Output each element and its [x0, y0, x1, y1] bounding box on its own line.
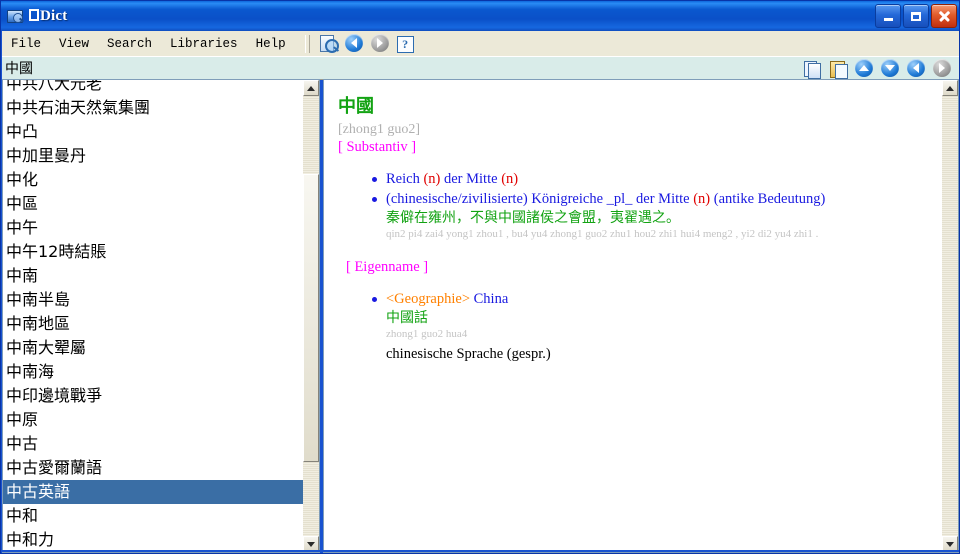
- list-item[interactable]: 中和反應: [3, 552, 304, 553]
- entry-section-eigenname: [ Eigenname ]: [346, 259, 429, 275]
- list-item[interactable]: 中凸: [3, 120, 304, 144]
- list-item[interactable]: 中加里曼丹: [3, 144, 304, 168]
- list-item[interactable]: 中南地區: [3, 312, 304, 336]
- entry-part-of-speech: [ Substantiv ]: [338, 139, 417, 155]
- list-item[interactable]: 中古英語: [3, 480, 304, 504]
- gloss-part: China: [470, 291, 509, 307]
- close-button[interactable]: [931, 4, 957, 28]
- gloss-part: <Geographie>: [386, 291, 470, 307]
- nav-back-icon[interactable]: [907, 58, 927, 78]
- app-icon: [6, 7, 25, 25]
- forward-arrow-icon[interactable]: [370, 34, 391, 53]
- menu-view[interactable]: View: [50, 35, 98, 53]
- list-item[interactable]: 中午: [3, 216, 304, 240]
- list-item[interactable]: 中南: [3, 264, 304, 288]
- find-icon[interactable]: [319, 34, 339, 53]
- copy-icon[interactable]: [803, 59, 823, 79]
- example-pinyin: qin2 pi4 zai4 yong1 zhou1 , bu4 yu4 zhon…: [386, 228, 819, 240]
- gloss-part: (n): [693, 191, 711, 207]
- minimize-button[interactable]: [875, 4, 901, 28]
- list-item[interactable]: 中原: [3, 408, 304, 432]
- example-chinese: 中國話: [386, 310, 428, 326]
- list-item[interactable]: 中古愛爾蘭語: [3, 456, 304, 480]
- menu-libraries[interactable]: Libraries: [161, 35, 247, 53]
- example-translation: chinesische Sprache (gespr.): [386, 346, 551, 362]
- gloss-part: (antike Bedeutung): [710, 191, 826, 207]
- nav-forward-icon[interactable]: [933, 58, 953, 78]
- list-item[interactable]: 中南半島: [3, 288, 304, 312]
- scrollbar-thumb[interactable]: [303, 174, 319, 462]
- list-item[interactable]: 中古: [3, 432, 304, 456]
- sense-gloss: <Geographie> China: [386, 290, 927, 308]
- list-item[interactable]: 中區: [3, 192, 304, 216]
- window-title-text: Dict: [40, 7, 68, 24]
- sense-item: <Geographie> China 中國話 zhong1 guo2 hua4 chi…: [372, 290, 927, 363]
- example-pinyin: zhong1 guo2 hua4: [386, 328, 468, 340]
- list-item[interactable]: 中共石油天然氣集團: [3, 96, 304, 120]
- scrollbar-track[interactable]: [303, 96, 319, 536]
- bullet-icon: [372, 177, 377, 182]
- list-item[interactable]: 中化: [3, 168, 304, 192]
- gloss-part: (chinesische/zivilisierte) Königreiche _…: [386, 191, 694, 207]
- entry-scrollbar[interactable]: [942, 80, 958, 552]
- sense-gloss: Reich (n) der Mitte (n): [386, 170, 927, 188]
- bullet-icon: [372, 297, 377, 302]
- list-item[interactable]: 中和力: [3, 528, 304, 552]
- scrollbar-up-button[interactable]: [303, 80, 319, 96]
- sense-list-eigenname: <Geographie> China 中國話 zhong1 guo2 hua4 chi…: [372, 290, 927, 363]
- menu-help[interactable]: Help: [247, 35, 295, 53]
- sense-gloss: (chinesische/zivilisierte) Königreiche _…: [386, 190, 927, 208]
- gloss-part: der Mitte: [440, 171, 502, 187]
- status-bar: [2, 550, 959, 552]
- menu-bar: File View Search Libraries Help ?: [2, 31, 959, 57]
- search-bar: [2, 56, 959, 80]
- menu-file[interactable]: File: [2, 35, 50, 53]
- toolbar-separator: [304, 34, 310, 53]
- bullet-icon: [372, 197, 377, 202]
- help-icon[interactable]: ?: [396, 34, 417, 53]
- missing-glyph-box: [29, 8, 39, 21]
- entry-headword: 中國: [338, 96, 374, 117]
- list-item[interactable]: 中南大翚屬: [3, 336, 304, 360]
- scroll-down-icon[interactable]: [881, 58, 901, 78]
- search-toolbar: [800, 57, 959, 79]
- help-glyph: ?: [396, 36, 414, 53]
- gloss-part: Reich: [386, 171, 424, 187]
- list-item[interactable]: 中和: [3, 504, 304, 528]
- application-window: Dict File View Search Libraries Help ? 中…: [0, 0, 960, 554]
- list-item[interactable]: 中印邊境戰爭: [3, 384, 304, 408]
- gloss-part: (n): [501, 171, 519, 187]
- word-list[interactable]: 中共中央紀律檢查委員會中共中央總書記中共中央軍事委員會中共中央辦公廳中共中央黨校…: [3, 80, 304, 553]
- search-input[interactable]: [2, 56, 800, 80]
- list-item[interactable]: 中午12時結賬: [3, 240, 304, 264]
- sense-list-substantiv: Reich (n) der Mitte (n) (chinesische/zivi…: [372, 170, 927, 241]
- word-list-scrollbar[interactable]: [303, 80, 319, 552]
- paste-icon[interactable]: [829, 59, 849, 79]
- gloss-part: (n): [423, 171, 441, 187]
- window-controls: [875, 4, 957, 28]
- entry-document: 中國 [zhong1 guo2] [ Substantiv ] Reich (n…: [324, 80, 941, 552]
- scroll-up-icon[interactable]: [855, 58, 875, 78]
- window-title: Dict: [29, 8, 67, 25]
- word-list-pane: 中共中央紀律檢查委員會中共中央總書記中共中央軍事委員會中共中央辦公廳中共中央黨校…: [2, 79, 320, 553]
- list-item[interactable]: 中南海: [3, 360, 304, 384]
- sense-item: Reich (n) der Mitte (n): [372, 170, 927, 188]
- title-bar: Dict: [1, 1, 959, 31]
- entry-pinyin: [zhong1 guo2]: [338, 122, 421, 137]
- sense-item: (chinesische/zivilisierte) Königreiche _…: [372, 190, 927, 241]
- entry-pane: 中國 [zhong1 guo2] [ Substantiv ] Reich (n…: [323, 79, 959, 553]
- back-arrow-icon[interactable]: [344, 34, 365, 53]
- list-item[interactable]: 中共八大元老: [3, 80, 304, 96]
- maximize-button[interactable]: [903, 4, 929, 28]
- example-chinese: 秦僻在雍州，不與中國諸侯之會盟，夷翟遇之。: [386, 210, 680, 226]
- entry-scrollbar-track[interactable]: [942, 96, 958, 536]
- menu-search[interactable]: Search: [98, 35, 161, 53]
- entry-scrollbar-up-button[interactable]: [942, 80, 958, 96]
